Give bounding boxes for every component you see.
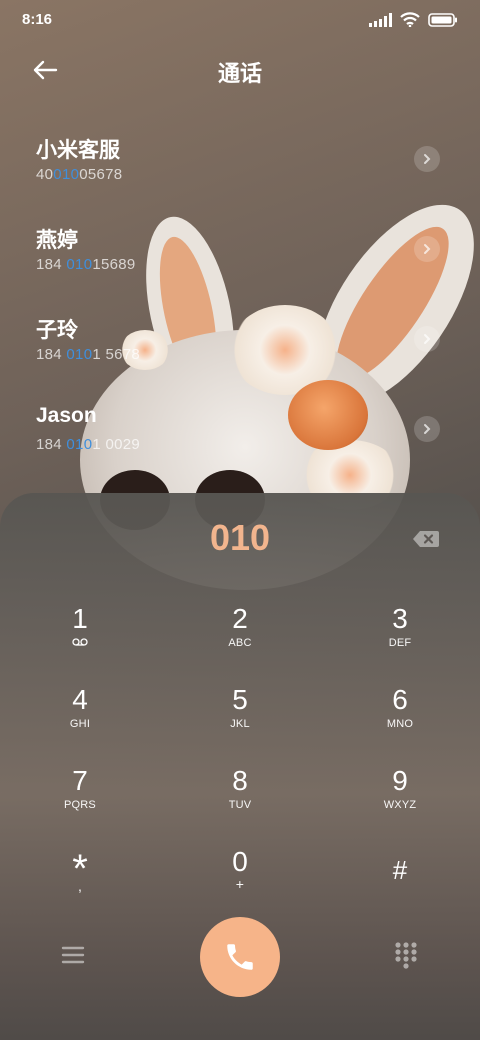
contact-item[interactable]: 燕婷 184 01015689 xyxy=(0,210,480,300)
phone-icon xyxy=(227,944,253,970)
key-letters: WXYZ xyxy=(383,799,417,811)
key-digit: 6 xyxy=(392,684,408,715)
page-title: 通话 xyxy=(217,61,262,86)
chevron-right-icon[interactable] xyxy=(414,416,440,442)
key-letters: , xyxy=(77,878,83,894)
dialed-number-display: 010 xyxy=(209,517,271,558)
keypad: 1 2 ABC 3 DEF 4 GHI 5 JKL 6 MNO 7 PQRS 8 xyxy=(0,593,480,917)
chevron-right-icon[interactable] xyxy=(414,236,440,262)
key-letters: + xyxy=(235,876,245,892)
status-icons xyxy=(369,12,458,27)
key-letters: JKL xyxy=(230,718,250,730)
contact-item[interactable]: 小米客服 4001005678 xyxy=(0,120,480,210)
key-digit: 1 xyxy=(72,603,88,634)
key-digit: 7 xyxy=(72,765,88,796)
contact-results-list: 小米客服 4001005678 燕婷 184 01015689 子玲 184 0… xyxy=(0,120,480,480)
key-digit: 4 xyxy=(72,684,88,715)
key-3[interactable]: 3 DEF xyxy=(320,593,480,674)
matched-digits: 010 xyxy=(66,256,93,273)
contact-name: 燕婷 xyxy=(36,229,78,252)
key-digit: 9 xyxy=(392,765,408,796)
key-letters: ABC xyxy=(228,637,252,649)
dialpad-panel: 010 1 2 ABC 3 DEF 4 GHI 5 JKL 6 MNO 7 PQ… xyxy=(0,493,480,1040)
battery-icon xyxy=(428,12,458,27)
contact-name: 小米客服 xyxy=(36,139,120,162)
key-letters: DEF xyxy=(388,637,412,649)
status-time: 8:16 xyxy=(22,11,53,28)
call-button[interactable] xyxy=(200,917,280,997)
key-letters: GHI xyxy=(69,718,91,730)
key-hash[interactable]: # xyxy=(320,836,480,917)
key-8[interactable]: 8 TUV xyxy=(160,755,320,836)
contact-number: 184 01015689 xyxy=(36,256,136,273)
key-7[interactable]: 7 PQRS xyxy=(0,755,160,836)
key-letters: MNO xyxy=(386,718,414,730)
chevron-right-icon[interactable] xyxy=(414,326,440,352)
key-6[interactable]: 6 MNO xyxy=(320,674,480,755)
key-letters: TUV xyxy=(228,799,252,811)
key-1[interactable]: 1 xyxy=(0,593,160,674)
signal-icon xyxy=(369,12,392,27)
matched-digits: 010 xyxy=(66,346,93,363)
wifi-icon xyxy=(400,12,420,27)
contact-number: 184 0101 0029 xyxy=(36,436,141,453)
contact-name: 子玲 xyxy=(36,319,78,342)
contact-item[interactable]: Jason 184 0101 0029 xyxy=(0,390,480,480)
status-bar: 8:16 xyxy=(0,0,480,40)
contact-number: 184 0101 5678 xyxy=(36,346,141,363)
key-digit: 8 xyxy=(232,765,248,796)
key-0[interactable]: 0 + xyxy=(160,836,320,917)
key-5[interactable]: 5 JKL xyxy=(160,674,320,755)
key-digit: # xyxy=(392,855,408,885)
contact-number: 4001005678 xyxy=(36,166,123,183)
voicemail-icon xyxy=(72,638,88,646)
matched-digits: 010 xyxy=(66,436,93,453)
key-9[interactable]: 9 WXYZ xyxy=(320,755,480,836)
key-digit: 2 xyxy=(232,603,248,634)
dialpad-icon[interactable] xyxy=(394,941,418,969)
key-star[interactable]: * , xyxy=(0,836,160,917)
dialer-bottom-bar xyxy=(0,917,480,997)
chevron-right-icon[interactable] xyxy=(414,146,440,172)
matched-digits: 010 xyxy=(53,166,80,183)
key-2[interactable]: 2 ABC xyxy=(160,593,320,674)
contact-item[interactable]: 子玲 184 0101 5678 xyxy=(0,300,480,390)
key-4[interactable]: 4 GHI xyxy=(0,674,160,755)
menu-icon[interactable] xyxy=(60,943,86,967)
key-digit: 5 xyxy=(232,684,248,715)
backspace-icon[interactable] xyxy=(412,529,440,549)
header: 通话 xyxy=(0,50,480,90)
contact-name: Jason xyxy=(36,404,97,427)
key-digit: 3 xyxy=(392,603,408,634)
key-digit: 0 xyxy=(232,846,248,877)
key-letters: PQRS xyxy=(64,799,96,811)
